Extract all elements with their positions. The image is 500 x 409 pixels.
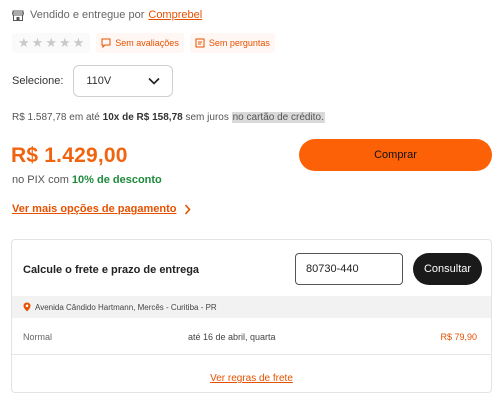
reviews-link[interactable]: Sem avaliações (96, 33, 184, 53)
address-text: Avenida Cândido Hartmann, Mercês - Curit… (35, 302, 217, 312)
shipping-cost: R$ 79,90 (440, 332, 477, 342)
reviews-label: Sem avaliações (115, 38, 179, 48)
pix-discount: 10% de desconto (71, 174, 162, 186)
seller-name-link[interactable]: Comprebel (148, 9, 202, 21)
location-pin-icon (23, 302, 31, 312)
questions-label: Sem perguntas (208, 38, 270, 48)
installments-count: 10x de R$ 158,78 (102, 112, 183, 123)
cep-input[interactable] (295, 253, 403, 285)
chevron-right-icon (184, 203, 192, 215)
address-bar: Avenida Cândido Hartmann, Mercês - Curit… (12, 296, 491, 318)
star-icon: ★ (58, 35, 71, 50)
shipping-header: Calcule o frete e prazo de entrega Consu… (12, 240, 491, 295)
seller-info: Vendido e entregue por Comprebel (12, 9, 202, 21)
comment-icon (101, 38, 111, 48)
question-icon (195, 38, 205, 48)
more-payment-label: Ver mais opções de pagamento (12, 203, 177, 215)
installments-text: em até (69, 112, 100, 123)
shipping-option-row: Normal até 16 de abril, quarta R$ 79,90 (12, 318, 491, 355)
more-payment-options-link[interactable]: Ver mais opções de pagamento (12, 203, 192, 215)
shipping-eta: até 16 de abril, quarta (188, 332, 276, 342)
variant-label: Selecione: (12, 75, 64, 87)
installments-interest: sem juros (185, 112, 229, 123)
shipping-rules-link[interactable]: Ver regras de frete (12, 373, 491, 384)
installments-total: R$ 1.587,78 (12, 112, 67, 123)
voltage-select[interactable]: 110V (73, 65, 174, 97)
star-icon: ★ (31, 35, 44, 50)
chevron-down-icon (148, 77, 160, 85)
seller-label: Vendido e entregue por (30, 9, 145, 21)
buy-button[interactable]: Comprar (299, 139, 492, 171)
installments-card-note: no cartão de crédito. (231, 112, 325, 123)
pix-label: no PIX com (12, 174, 69, 186)
star-icon: ★ (72, 35, 85, 50)
installments-info: R$ 1.587,78 em até 10x de R$ 158,78 sem … (12, 112, 325, 123)
star-icon: ★ (45, 35, 57, 50)
voltage-value: 110V (86, 75, 112, 87)
price: R$ 1.429,00 (11, 144, 128, 167)
ratings-row: ★ ★ ★ ★ ★ Sem avaliações Sem perguntas (12, 33, 275, 53)
shipping-calculator: Calcule o frete e prazo de entrega Consu… (11, 239, 492, 393)
consult-button[interactable]: Consultar (413, 253, 482, 285)
pix-discount-info: no PIX com 10% de desconto (12, 174, 162, 186)
star-rating[interactable]: ★ ★ ★ ★ ★ (12, 33, 91, 53)
store-icon (12, 10, 24, 21)
shipping-method: Normal (23, 332, 53, 342)
questions-link[interactable]: Sem perguntas (189, 33, 275, 53)
variant-selector: Selecione: 110V (12, 65, 174, 97)
star-icon: ★ (18, 35, 30, 50)
shipping-title: Calcule o frete e prazo de entrega (23, 264, 200, 276)
